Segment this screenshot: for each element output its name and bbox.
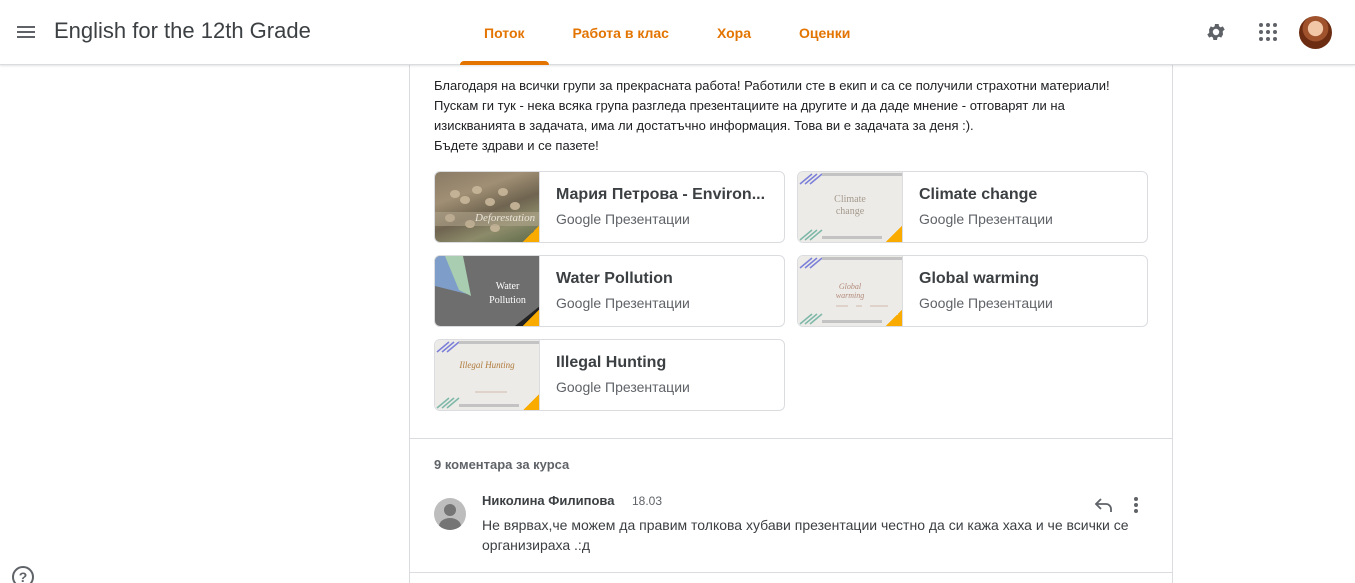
attachment-title: Global warming <box>919 270 1040 287</box>
reply-icon[interactable] <box>1092 493 1116 517</box>
attachment-card[interactable]: Water Pollution Water Pollution Google П… <box>434 255 785 327</box>
attachment-title: Water Pollution <box>556 270 673 287</box>
attachment-type: Google Презентации <box>556 211 690 227</box>
more-vert-icon[interactable] <box>1124 493 1148 517</box>
tab-grades[interactable]: Оценки <box>775 0 874 65</box>
attachment-type: Google Презентации <box>919 211 1053 227</box>
slides-thumbnail: Global warming <box>798 256 903 326</box>
attachment-type: Google Презентации <box>556 295 690 311</box>
slides-thumbnail: Water Pollution <box>435 256 540 326</box>
attachment-title: Illegal Hunting <box>556 354 667 371</box>
slides-thumbnail: Deforestation <box>435 172 540 242</box>
attachment-title: Мария Петрова - Environ... <box>556 186 766 203</box>
thumbnail-caption: Water Pollution <box>489 281 526 306</box>
course-title[interactable]: English for the 12th Grade <box>54 18 311 44</box>
comment-date: 18.03 <box>632 494 663 508</box>
attachment-type: Google Презентации <box>919 295 1053 311</box>
section-divider <box>410 572 1172 573</box>
class-tabs: Поток Работа в клас Хора Оценки <box>460 0 874 65</box>
attachment-card[interactable]: Global warming Global warming Google Пре… <box>797 255 1148 327</box>
help-icon[interactable]: ? <box>12 566 34 583</box>
tab-stream[interactable]: Поток <box>460 0 549 65</box>
attachment-title: Climate change <box>919 186 1038 203</box>
announcement-card: Благодаря на всички групи за прекрасната… <box>409 40 1173 583</box>
slides-corner-badge <box>523 226 539 242</box>
top-app-bar: English for the 12th Grade Поток Работа … <box>0 0 1355 65</box>
slides-corner-badge <box>886 310 902 326</box>
comment-author-name: Николина Филипова <box>482 493 615 508</box>
thumbnail-caption: Climate change <box>834 194 866 217</box>
thumbnail-caption: Global warming <box>835 282 865 300</box>
announcement-paragraph: Бъдете здрави и се пазете! <box>434 138 599 153</box>
attachment-card[interactable]: Climate change Climate change Google Пре… <box>797 171 1148 243</box>
comment-text: Не вярвах,че можем да правим толкова хуб… <box>482 517 1129 553</box>
slides-thumbnail: Climate change <box>798 172 903 242</box>
attachment-type: Google Презентации <box>556 379 690 395</box>
comment-author-avatar <box>434 498 466 530</box>
thumbnail-caption: Deforestation <box>475 212 536 224</box>
thumbnail-caption: Illegal Hunting <box>459 360 515 370</box>
slides-thumbnail: Illegal Hunting <box>435 340 540 410</box>
tab-people[interactable]: Хора <box>693 0 775 65</box>
settings-icon[interactable] <box>1200 16 1232 48</box>
attachment-card[interactable]: Illegal Hunting Illegal Hunting Google П… <box>434 339 785 411</box>
menu-icon[interactable] <box>10 16 42 48</box>
slides-corner-badge <box>523 310 539 326</box>
announcement-text: Благодаря на всички групи за прекрасната… <box>434 76 1144 156</box>
attachment-card[interactable]: Deforestation Мария Петрова - Environ...… <box>434 171 785 243</box>
tab-classwork[interactable]: Работа в клас <box>549 0 693 65</box>
section-divider <box>410 438 1172 439</box>
slides-corner-badge <box>523 394 539 410</box>
slides-corner-badge <box>886 226 902 242</box>
apps-grid-icon[interactable] <box>1252 16 1284 48</box>
announcement-paragraph: Пускам ги тук - нека всяка група разглед… <box>434 98 1065 133</box>
account-avatar[interactable] <box>1299 16 1332 49</box>
class-comments-count[interactable]: 9 коментара за курса <box>434 457 569 472</box>
announcement-paragraph: Благодаря на всички групи за прекрасната… <box>434 78 1110 93</box>
